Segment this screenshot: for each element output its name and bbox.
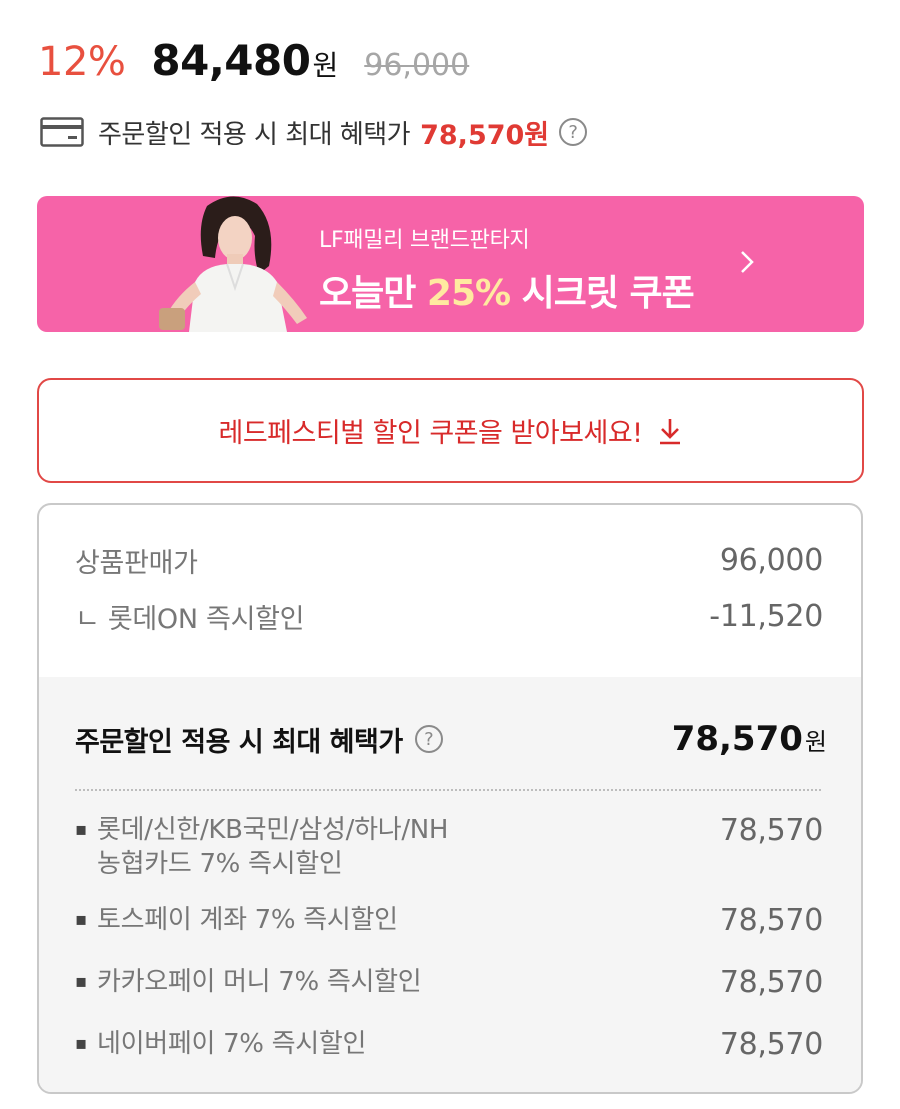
max-benefit-total: 78,570원 <box>672 719 827 759</box>
banner-text: LF패밀리 브랜드판타지 오늘만 25% 시크릿 쿠폰 <box>319 222 695 316</box>
product-price-panel: 12% 84,480 원 96,000 주문할인 적용 시 최대 혜택가 78,… <box>0 0 900 1109</box>
list-item-value: 78,570 <box>719 903 823 938</box>
festival-coupon-button[interactable]: 레드페스티벌 할인 쿠폰을 받아보세요! <box>37 378 864 483</box>
bullet-icon: ▪ <box>75 971 87 992</box>
list-item-label: 카카오페이 머니 7% 즉시할인 <box>97 967 422 997</box>
credit-card-icon <box>40 117 84 147</box>
price-row: 12% 84,480 원 96,000 <box>38 36 469 96</box>
question-circle-icon[interactable]: ? <box>414 725 443 753</box>
row-value: -11,520 <box>709 599 823 634</box>
dotted-divider <box>75 789 821 791</box>
question-circle-icon[interactable]: ? <box>559 118 588 146</box>
max-benefit-label: 주문할인 적용 시 최대 혜택가 <box>98 119 411 150</box>
max-benefit-heading-text: 주문할인 적용 시 최대 혜택가 <box>75 726 403 758</box>
sale-price-unit: 원 <box>312 49 339 82</box>
chevron-right-icon <box>741 251 754 273</box>
bullet-icon: ▪ <box>75 819 87 840</box>
payment-discount-list: ▪ 롯데/신한/KB국민/삼성/하나/NH 농협카드 7% 즉시할인 78,570… <box>75 813 823 1089</box>
list-item: ▪ 토스페이 계좌 7% 즉시할인 78,570 <box>75 903 823 965</box>
list-item-value: 78,570 <box>719 1027 823 1062</box>
price-breakdown: 상품판매가 96,000 ㄴ 롯데ON 즉시할인 -11,520 주문할인 적용… <box>37 503 863 1094</box>
banner-title-prefix: 오늘만 <box>319 273 427 314</box>
banner-subtitle: LF패밀리 브랜드판타지 <box>319 228 530 253</box>
bullet-icon: ▪ <box>75 909 87 930</box>
list-item-value: 78,570 <box>719 965 823 1000</box>
row-label: 상품판매가 <box>75 548 198 579</box>
banner-title: 오늘만 25% 시크릿 쿠폰 <box>319 264 695 316</box>
discount-rate: 12% <box>38 39 126 85</box>
row-label: ㄴ 롯데ON 즉시할인 <box>75 604 305 635</box>
original-price: 96,000 <box>364 48 470 83</box>
bullet-icon: ▪ <box>75 1033 87 1054</box>
breakdown-row-instant-discount: ㄴ 롯데ON 즉시할인 -11,520 <box>75 597 823 636</box>
max-benefit-price: 78,570원 <box>420 119 550 151</box>
price-breakdown-top: 상품판매가 96,000 ㄴ 롯데ON 즉시할인 -11,520 <box>39 505 861 677</box>
list-item-value: 78,570 <box>719 813 823 848</box>
max-benefit-section: 주문할인 적용 시 최대 혜택가 ? 78,570원 ▪ 롯데/신한/KB국민/… <box>39 677 861 1092</box>
list-item: ▪ 카카오페이 머니 7% 즉시할인 78,570 <box>75 965 823 1027</box>
max-benefit-heading: 주문할인 적용 시 최대 혜택가 ? <box>75 720 443 759</box>
list-item-label: 롯데/신한/KB국민/삼성/하나/NH 농협카드 7% 즉시할인 <box>97 815 449 879</box>
promo-banner[interactable]: LF패밀리 브랜드판타지 오늘만 25% 시크릿 쿠폰 <box>37 196 864 332</box>
max-benefit-total-unit: 원 <box>804 728 827 756</box>
festival-coupon-label: 레드페스티벌 할인 쿠폰을 받아보세요! <box>218 418 643 449</box>
banner-title-suffix: 시크릿 쿠폰 <box>510 273 695 314</box>
row-value: 96,000 <box>719 543 823 578</box>
list-item: ▪ 롯데/신한/KB국민/삼성/하나/NH 농협카드 7% 즉시할인 78,570 <box>75 813 823 903</box>
list-item: ▪ 네이버페이 7% 즉시할인 78,570 <box>75 1027 823 1089</box>
breakdown-row-list-price: 상품판매가 96,000 <box>75 541 823 580</box>
max-benefit-row: 주문할인 적용 시 최대 혜택가 ? 78,570원 <box>75 719 827 759</box>
max-benefit-total-value: 78,570 <box>671 719 803 759</box>
max-benefit-line: 주문할인 적용 시 최대 혜택가 78,570원 ? <box>40 112 588 152</box>
banner-title-highlight: 25% <box>426 273 511 314</box>
list-item-label: 토스페이 계좌 7% 즉시할인 <box>97 905 398 935</box>
download-arrow-icon <box>659 418 680 444</box>
banner-model-image <box>159 196 307 332</box>
list-item-label: 네이버페이 7% 즉시할인 <box>97 1029 367 1059</box>
sale-price: 84,480 <box>151 36 311 85</box>
